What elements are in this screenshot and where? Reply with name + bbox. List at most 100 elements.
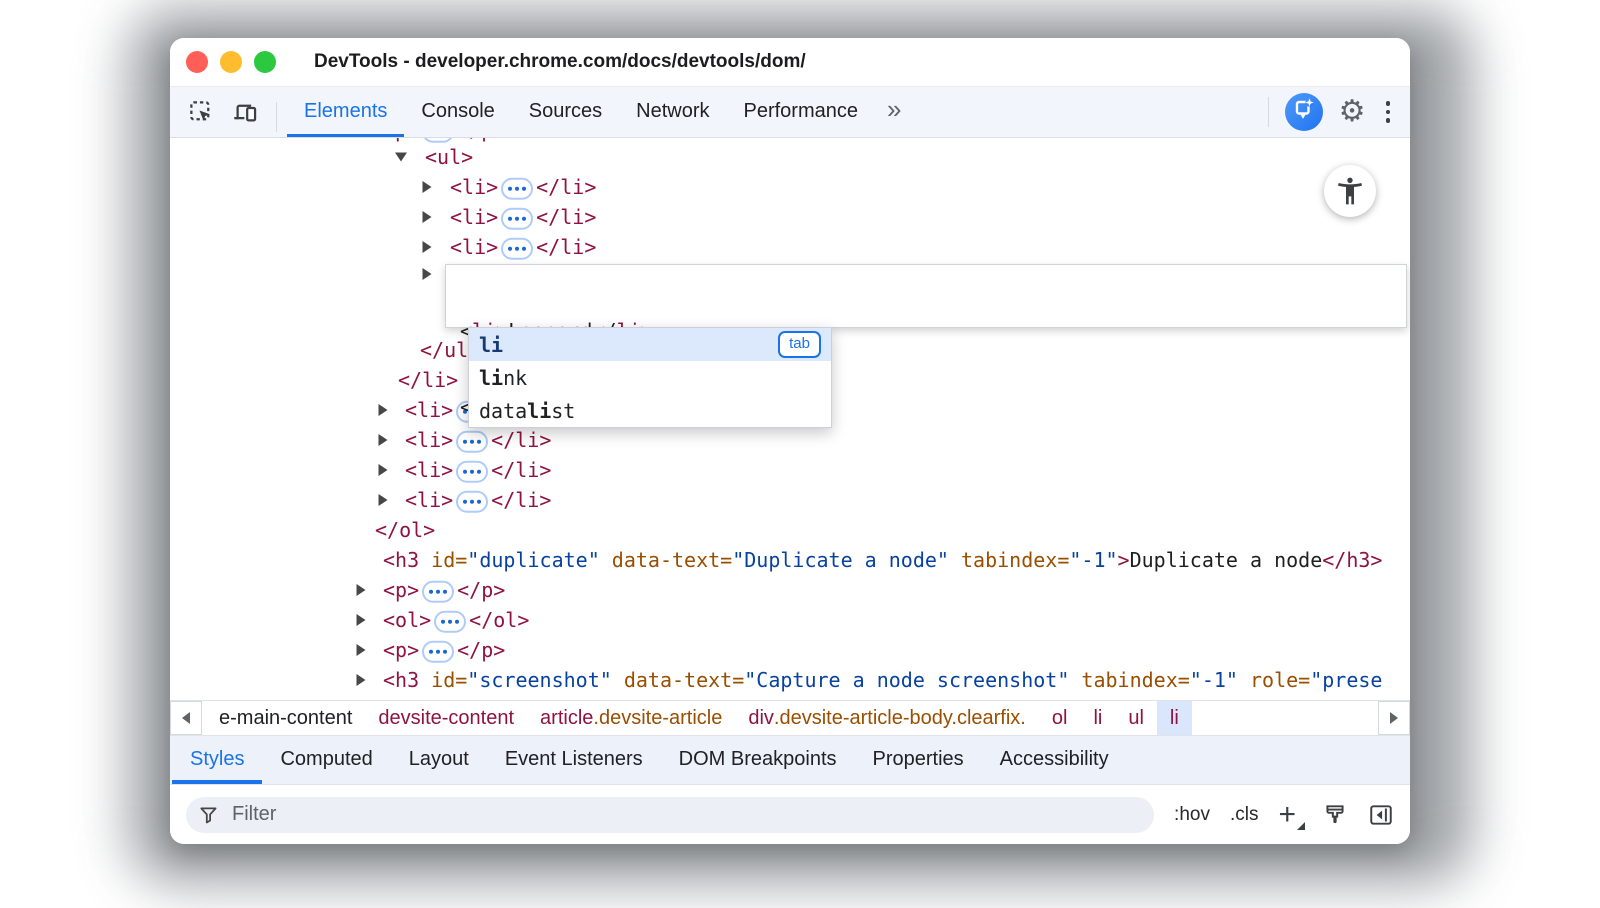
inspect-icon[interactable]: [184, 95, 218, 129]
dom-tree-row[interactable]: </ol>: [170, 515, 1410, 545]
rendering-brush-icon[interactable]: [1322, 802, 1348, 828]
tab-accessibility[interactable]: Accessibility: [982, 736, 1127, 784]
dock-side-icon[interactable]: [1368, 802, 1394, 828]
disclosure-collapsed-icon[interactable]: [423, 211, 432, 223]
dom-node-text: <li></li>: [405, 488, 551, 513]
breadcrumb-item[interactable]: devsite-content: [365, 701, 527, 735]
disclosure-collapsed-icon[interactable]: [423, 181, 432, 193]
breadcrumb-scroll-left-button[interactable]: [170, 701, 202, 735]
dom-tree-row[interactable]: <h3 id="duplicate" data-text="Duplicate …: [170, 545, 1410, 575]
breadcrumb-item[interactable]: e-main-content: [206, 701, 365, 735]
disclosure-collapsed-icon[interactable]: [357, 614, 366, 626]
code-segment: </li>: [536, 205, 596, 229]
disclosure-collapsed-icon[interactable]: [379, 464, 388, 476]
autocomplete-item[interactable]: link: [469, 361, 831, 394]
disclosure-collapsed-icon[interactable]: [423, 241, 432, 253]
code-segment: id=: [419, 548, 467, 572]
code-segment: <p>: [383, 638, 419, 662]
dom-node-text: <p></p>: [383, 578, 505, 603]
code-segment: <li>: [450, 205, 498, 229]
disclosure-collapsed-icon[interactable]: [357, 674, 366, 686]
kebab-menu-icon[interactable]: [1382, 97, 1395, 127]
breadcrumb-item[interactable]: article.devsite-article: [527, 701, 735, 735]
filter-pill[interactable]: [186, 797, 1154, 833]
dom-tree-row[interactable]: <li></li>: [170, 485, 1410, 515]
expand-children-pill-icon[interactable]: [456, 490, 488, 512]
tab-elements[interactable]: Elements: [287, 87, 404, 137]
funnel-icon: [198, 804, 220, 826]
minimize-window-button[interactable]: [220, 51, 242, 73]
device-toolbar-icon[interactable]: [228, 95, 262, 129]
ai-assistant-icon[interactable]: [1285, 93, 1323, 131]
dom-tree-row[interactable]: <li></li>: [170, 232, 1410, 262]
tab-performance[interactable]: Performance: [727, 87, 876, 137]
dom-tree-row[interactable]: <h3 id="screenshot" data-text="Capture a…: [170, 665, 1410, 695]
expand-children-pill-icon[interactable]: [501, 237, 533, 259]
code-segment: <li>: [450, 175, 498, 199]
dom-tree-row[interactable]: <p></p>: [170, 575, 1410, 605]
tab-dom-breakpoints[interactable]: DOM Breakpoints: [661, 736, 855, 784]
tab-event-listeners[interactable]: Event Listeners: [487, 736, 661, 784]
disclosure-collapsed-icon[interactable]: [379, 434, 388, 446]
code-segment: <h3: [383, 548, 419, 572]
dom-tree-row[interactable]: <ul>: [170, 142, 1410, 172]
toggle-element-state-button[interactable]: :hov: [1174, 804, 1210, 826]
tab-properties[interactable]: Properties: [855, 736, 982, 784]
breadcrumb-item[interactable]: div.devsite-article-body.clearfix.: [735, 701, 1039, 735]
dom-tree-row[interactable]: <ol> </ol>: [170, 605, 1410, 635]
code-segment: <ol>: [383, 608, 431, 632]
expand-children-pill-icon[interactable]: [422, 580, 454, 602]
code-segment: "prese: [1310, 668, 1382, 692]
breadcrumb-bar: e-main-contentdevsite-contentarticle.dev…: [170, 700, 1410, 735]
tab-sources[interactable]: Sources: [512, 87, 619, 137]
close-window-button[interactable]: [186, 51, 208, 73]
settings-gear-icon[interactable]: ⚙: [1339, 97, 1366, 127]
code-segment: </ol>: [469, 608, 529, 632]
breadcrumb-item[interactable]: ul: [1115, 701, 1157, 735]
element-classes-button[interactable]: .cls: [1230, 804, 1259, 826]
code-segment: >: [1118, 548, 1130, 572]
disclosure-collapsed-icon[interactable]: [379, 494, 388, 506]
filter-input[interactable]: [230, 802, 1142, 827]
expand-children-pill-icon[interactable]: [434, 610, 466, 632]
disclosure-collapsed-icon[interactable]: [357, 644, 366, 656]
code-segment: </h3>: [1322, 548, 1382, 572]
disclosure-collapsed-icon[interactable]: [379, 404, 388, 416]
more-tabs-button[interactable]: »: [875, 87, 913, 137]
breadcrumb-scroll-right-button[interactable]: [1378, 701, 1410, 735]
code-segment: data-text=: [612, 668, 744, 692]
autocomplete-item[interactable]: litab: [469, 328, 831, 361]
tab-styles[interactable]: Styles: [172, 736, 262, 784]
disclosure-collapsed-icon[interactable]: [357, 584, 366, 596]
code-segment: </li>: [398, 368, 458, 392]
code-segment: id=: [419, 668, 467, 692]
dom-tree-row[interactable]: <p></p>: [170, 635, 1410, 665]
dom-edit-textbox[interactable]: <li>Leonard</li> <li: [445, 264, 1407, 328]
code-segment: <li>: [405, 488, 453, 512]
breadcrumb-item[interactable]: li: [1157, 701, 1192, 735]
dom-tree-panel: <li>Leonard</li> <li litablinkdatalist <…: [170, 138, 1410, 700]
expand-children-pill-icon[interactable]: [422, 640, 454, 662]
breadcrumb-item[interactable]: ol: [1039, 701, 1081, 735]
breadcrumb-item[interactable]: li: [1080, 701, 1115, 735]
expand-children-pill-icon[interactable]: [501, 177, 533, 199]
new-style-rule-plus-icon[interactable]: +: [1278, 800, 1302, 830]
disclosure-collapsed-icon[interactable]: [423, 268, 432, 280]
tab-console[interactable]: Console: [404, 87, 511, 137]
autocomplete-item[interactable]: datalist: [469, 394, 831, 427]
dom-node-text: <li></li>: [450, 235, 596, 260]
expand-children-pill-icon[interactable]: [501, 207, 533, 229]
zoom-window-button[interactable]: [254, 51, 276, 73]
dom-tree-row[interactable]: <li> </li>: [170, 202, 1410, 232]
code-segment: Duplicate a node: [1130, 548, 1323, 572]
dom-tree-row[interactable]: <li></li>: [170, 172, 1410, 202]
dom-node-text: <h3 id="duplicate" data-text="Duplicate …: [383, 548, 1382, 572]
tab-layout[interactable]: Layout: [391, 736, 487, 784]
toolbar-divider: [276, 102, 277, 132]
disclosure-expanded-icon[interactable]: [395, 153, 407, 162]
tab-computed[interactable]: Computed: [262, 736, 390, 784]
accessibility-overlay-button[interactable]: [1324, 165, 1376, 217]
dom-node-text: <li></li>: [450, 175, 596, 200]
tab-network[interactable]: Network: [619, 87, 726, 137]
code-segment: "duplicate": [467, 548, 599, 572]
